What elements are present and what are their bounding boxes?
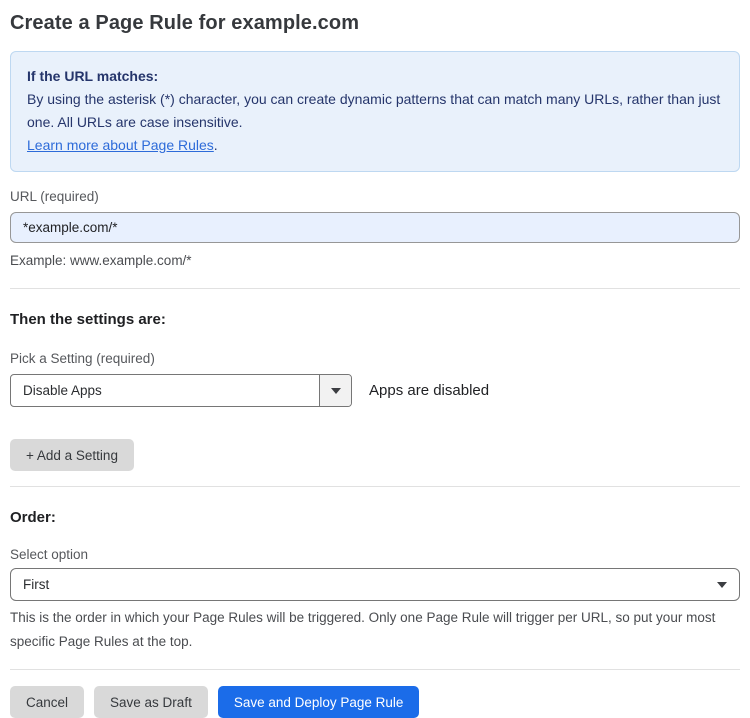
setting-dropdown-caret-button[interactable] <box>319 375 351 406</box>
url-input[interactable] <box>10 212 740 243</box>
save-and-deploy-button[interactable]: Save and Deploy Page Rule <box>217 686 420 718</box>
order-helper-text: This is the order in which your Page Rul… <box>10 610 716 649</box>
url-match-callout: If the URL matches: By using the asteris… <box>10 51 740 172</box>
page-title: Create a Page Rule for example.com <box>10 12 360 34</box>
add-setting-button[interactable]: + Add a Setting <box>10 439 134 471</box>
url-example-helper: Example: www.example.com/* <box>10 253 192 268</box>
learn-more-link[interactable]: Learn more about Page Rules <box>27 137 214 153</box>
setting-row: Disable Apps Apps are disabled <box>10 374 740 407</box>
setting-picker-label: Pick a Setting (required) <box>10 351 155 366</box>
callout-link-line: Learn more about Page Rules. <box>27 134 723 157</box>
chevron-down-icon <box>717 581 727 588</box>
divider <box>10 486 740 487</box>
setting-dropdown-value: Disable Apps <box>23 383 102 398</box>
footer-actions: Cancel Save as Draft Save and Deploy Pag… <box>10 686 740 718</box>
order-section-heading: Order: <box>10 509 56 526</box>
link-period: . <box>213 137 218 153</box>
cancel-button[interactable]: Cancel <box>10 686 85 718</box>
divider <box>10 288 740 289</box>
order-select[interactable]: First <box>10 568 740 601</box>
settings-section-heading: Then the settings are: <box>10 311 166 328</box>
callout-heading: If the URL matches: <box>27 68 159 84</box>
chevron-down-icon <box>330 387 341 394</box>
order-select-value: First <box>23 577 50 592</box>
order-select-label: Select option <box>10 547 89 562</box>
save-as-draft-button[interactable]: Save as Draft <box>94 686 208 718</box>
callout-body-text: By using the asterisk (*) character, you… <box>27 91 721 130</box>
divider <box>10 669 740 670</box>
callout-body: By using the asterisk (*) character, you… <box>27 88 723 134</box>
url-field-label: URL (required) <box>10 189 99 204</box>
setting-status-text: Apps are disabled <box>369 382 490 399</box>
setting-dropdown[interactable]: Disable Apps <box>10 374 352 407</box>
